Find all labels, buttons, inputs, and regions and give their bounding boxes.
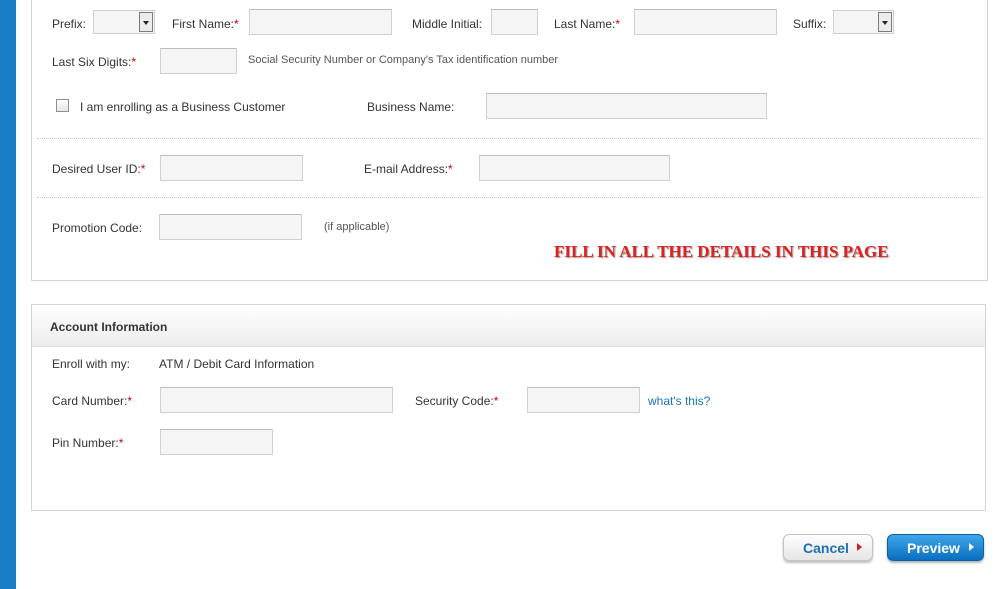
preview-button[interactable]: Preview — [887, 534, 984, 561]
required-mark: * — [131, 55, 137, 69]
divider — [37, 138, 981, 139]
middle-initial-field[interactable] — [491, 9, 538, 35]
required-mark: * — [234, 17, 239, 31]
chevron-down-icon[interactable] — [878, 12, 892, 32]
required-mark: * — [493, 394, 499, 408]
required-mark: * — [140, 162, 146, 176]
whats-this-link[interactable]: what's this? — [648, 394, 710, 408]
required-mark: * — [615, 17, 621, 31]
promo-code-field[interactable] — [159, 214, 302, 240]
email-field[interactable] — [479, 155, 670, 181]
fill-details-annotation: FILL IN ALL THE DETAILS IN THIS PAGE — [554, 242, 889, 261]
account-panel-header: Account Information — [32, 305, 985, 347]
enroll-value: ATM / Debit Card Information — [159, 357, 315, 371]
first-name-field[interactable] — [249, 9, 392, 35]
business-customer-checkbox[interactable] — [56, 99, 69, 112]
pin-number-label: Pin Number:* — [52, 436, 124, 450]
promo-note: (if applicable) — [324, 221, 390, 233]
user-id-label: Desired User ID:* — [52, 162, 146, 176]
business-name-field[interactable] — [486, 93, 767, 119]
card-number-label: Card Number:* — [52, 394, 133, 408]
cancel-button[interactable]: Cancel — [783, 534, 873, 561]
account-panel-title: Account Information — [50, 320, 168, 334]
prefix-select[interactable] — [93, 10, 155, 34]
first-name-label: First Name:* — [172, 17, 239, 31]
required-mark: * — [448, 162, 453, 176]
middle-initial-label: Middle Initial: — [412, 17, 483, 31]
user-id-field[interactable] — [160, 155, 303, 181]
cancel-button-label: Cancel — [803, 540, 849, 556]
pin-number-field[interactable] — [160, 429, 273, 455]
last-six-digits-field[interactable] — [160, 48, 237, 74]
left-accent-bar — [0, 0, 16, 589]
divider — [37, 197, 981, 198]
chevron-down-icon[interactable] — [139, 12, 153, 32]
business-checkbox-label: I am enrolling as a Business Customer — [80, 100, 286, 114]
prefix-label: Prefix: — [52, 17, 87, 31]
suffix-select[interactable] — [833, 10, 894, 34]
security-code-field[interactable] — [527, 387, 640, 413]
suffix-label: Suffix: — [793, 17, 827, 31]
card-number-field[interactable] — [160, 387, 393, 413]
email-label: E-mail Address:* — [364, 162, 453, 176]
last-six-note: Social Security Number or Company's Tax … — [248, 54, 559, 66]
last-name-label: Last Name:* — [554, 17, 621, 31]
arrow-right-icon — [969, 543, 974, 551]
last-six-label: Last Six Digits:* — [52, 55, 137, 69]
arrow-right-icon — [857, 543, 862, 551]
promo-label: Promotion Code: — [52, 221, 143, 235]
preview-button-label: Preview — [907, 540, 960, 556]
last-name-field[interactable] — [634, 9, 777, 35]
required-mark: * — [118, 436, 124, 450]
security-code-label: Security Code:* — [415, 394, 499, 408]
required-mark: * — [127, 394, 133, 408]
enroll-label: Enroll with my: — [52, 357, 131, 371]
business-name-label: Business Name: — [367, 100, 455, 114]
